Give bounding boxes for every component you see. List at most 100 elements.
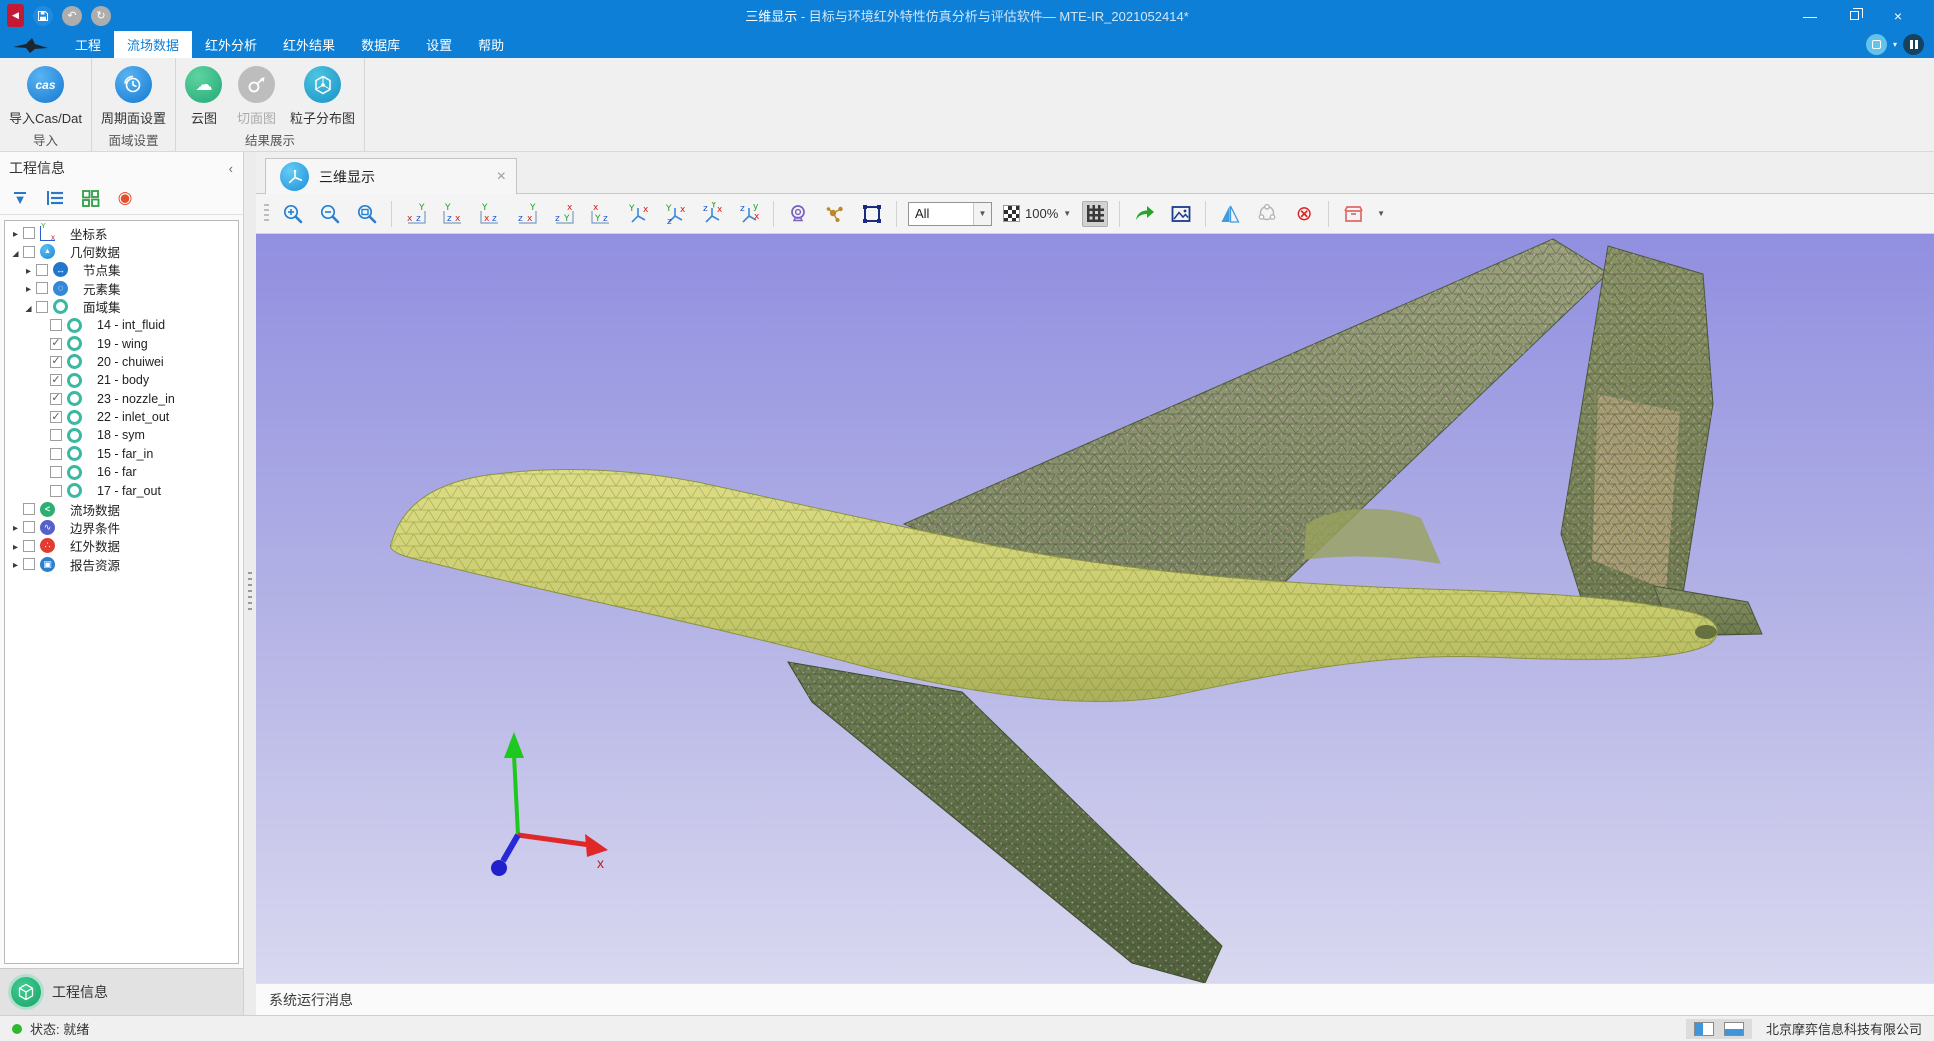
item-checkbox[interactable] (23, 540, 35, 552)
chevron-down-icon[interactable]: ▼ (1377, 209, 1385, 218)
view-top-button[interactable]: zYx (551, 201, 577, 227)
restore-button[interactable] (1832, 0, 1876, 31)
tree-item[interactable]: 坐标系 (5, 224, 238, 242)
layout-button[interactable] (1903, 34, 1924, 55)
item-checkbox[interactable] (50, 429, 62, 441)
surface-filter-combobox[interactable]: All ▼ (908, 202, 992, 226)
tree-item[interactable]: 21 - body (5, 371, 238, 389)
redo-button[interactable]: ↻ (91, 6, 111, 26)
camera-button[interactable] (785, 201, 811, 227)
zoom-fit-button[interactable] (354, 201, 380, 227)
view-right-button[interactable]: zxY (514, 201, 540, 227)
item-checkbox[interactable] (23, 521, 35, 533)
toggle-left-panel-icon[interactable] (1694, 1022, 1714, 1036)
tab-3d-view[interactable]: 三维显示 × (265, 158, 517, 194)
tree-item[interactable]: 边界条件 (5, 518, 238, 536)
snapshot-button[interactable] (1168, 201, 1194, 227)
tree-item[interactable]: 15 - far_in (5, 445, 238, 463)
expander-icon[interactable] (9, 245, 22, 259)
menu-tab-engineering[interactable]: 工程 (62, 31, 114, 58)
expander-icon[interactable] (22, 281, 35, 295)
tree-item[interactable]: 面域集 (5, 298, 238, 316)
tree-item[interactable]: 报告资源 (5, 555, 238, 573)
view-iso-4-button[interactable]: zyx (736, 201, 762, 227)
item-checkbox[interactable] (50, 485, 62, 497)
expander-icon[interactable] (9, 226, 22, 240)
view-iso-3-button[interactable]: zYx (699, 201, 725, 227)
panel-splitter[interactable] (244, 152, 256, 1015)
tree-item[interactable]: 23 - nozzle_in (5, 390, 238, 408)
view-back-button[interactable]: zxY (440, 201, 466, 227)
menu-tab-ir-results[interactable]: 红外结果 (270, 31, 348, 58)
cancel-button[interactable]: ⊗ (1291, 201, 1317, 227)
item-checkbox[interactable] (50, 374, 62, 386)
export-button[interactable] (1131, 201, 1157, 227)
mirror-button[interactable] (1217, 201, 1243, 227)
undo-button[interactable]: ↶ (62, 6, 82, 26)
panel-collapse-button[interactable]: ‹ (229, 161, 233, 176)
expander-icon[interactable] (9, 557, 22, 571)
minimize-button[interactable]: — (1788, 0, 1832, 31)
chevron-down-icon[interactable]: ▾ (1893, 40, 1897, 49)
expander-icon[interactable] (22, 300, 35, 314)
particle-distribution-button[interactable]: 粒子分布图 (287, 62, 358, 127)
item-checkbox[interactable] (36, 282, 48, 294)
item-checkbox[interactable] (50, 338, 62, 350)
item-checkbox[interactable] (50, 356, 62, 368)
tree-item[interactable]: 元素集 (5, 279, 238, 297)
item-checkbox[interactable] (36, 264, 48, 276)
tree-item[interactable]: 14 - int_fluid (5, 316, 238, 334)
zoom-out-button[interactable] (317, 201, 343, 227)
tree-item[interactable]: 红外数据 (5, 537, 238, 555)
item-checkbox[interactable] (50, 393, 62, 405)
item-checkbox[interactable] (23, 246, 35, 258)
tree-item[interactable]: 19 - wing (5, 334, 238, 352)
tree-item[interactable]: 18 - sym (5, 426, 238, 444)
import-cas-dat-button[interactable]: cas 导入Cas/Dat (6, 62, 85, 127)
tree-item[interactable]: 22 - inlet_out (5, 408, 238, 426)
expander-icon[interactable] (9, 520, 22, 534)
menu-tab-ir-analysis[interactable]: 红外分析 (192, 31, 270, 58)
tree-item[interactable]: 16 - far (5, 463, 238, 481)
box-select-button[interactable] (859, 201, 885, 227)
view-iso-2-button[interactable]: Yxz (662, 201, 688, 227)
menu-tab-database[interactable]: 数据库 (348, 31, 413, 58)
item-checkbox[interactable] (50, 411, 62, 423)
locate-button[interactable]: ◉ (114, 188, 136, 208)
view-iso-1-button[interactable]: Yx (625, 201, 651, 227)
save-button[interactable] (33, 6, 53, 26)
view-bottom-button[interactable]: Yzx (588, 201, 614, 227)
package-button[interactable] (1340, 201, 1366, 227)
toolbar-drag-handle[interactable] (264, 204, 269, 224)
theme-button[interactable] (1866, 34, 1887, 55)
combobox-dropdown-button[interactable]: ▼ (973, 203, 991, 225)
menu-tab-flow-data[interactable]: 流场数据 (114, 31, 192, 58)
view-left-button[interactable]: xzY (477, 201, 503, 227)
item-checkbox[interactable] (50, 448, 62, 460)
tab-close-icon[interactable]: × (497, 168, 506, 186)
menu-tab-help[interactable]: 帮助 (465, 31, 517, 58)
list-view-button[interactable] (44, 188, 66, 208)
item-checkbox[interactable] (23, 503, 35, 515)
viewport-3d-canvas[interactable]: x (256, 234, 1934, 983)
toggle-bottom-panel-icon[interactable] (1724, 1022, 1744, 1036)
panel-footer-project-info[interactable]: 工程信息 (0, 968, 243, 1015)
tree-item[interactable]: 17 - far_out (5, 481, 238, 499)
tree-item[interactable]: 20 - chuiwei (5, 353, 238, 371)
expander-icon[interactable] (22, 263, 35, 277)
app-button[interactable]: ◀ (7, 4, 24, 27)
slice-plane-button[interactable]: 切面图 (234, 62, 279, 127)
zoom-in-button[interactable] (280, 201, 306, 227)
grid-view-button[interactable] (79, 188, 101, 208)
opacity-control[interactable]: 100% ▼ (1003, 205, 1071, 222)
sync-button[interactable] (1254, 201, 1280, 227)
viewport-3d[interactable]: x (256, 234, 1934, 983)
item-checkbox[interactable] (50, 466, 62, 478)
mesh-toggle-button[interactable] (1082, 201, 1108, 227)
particles-button[interactable] (822, 201, 848, 227)
item-checkbox[interactable] (50, 319, 62, 331)
tree-item[interactable]: 节点集 (5, 261, 238, 279)
contour-cloud-button[interactable]: ☁ 云图 (182, 62, 226, 127)
periodic-face-button[interactable]: 周期面设置 (98, 62, 169, 127)
item-checkbox[interactable] (23, 558, 35, 570)
